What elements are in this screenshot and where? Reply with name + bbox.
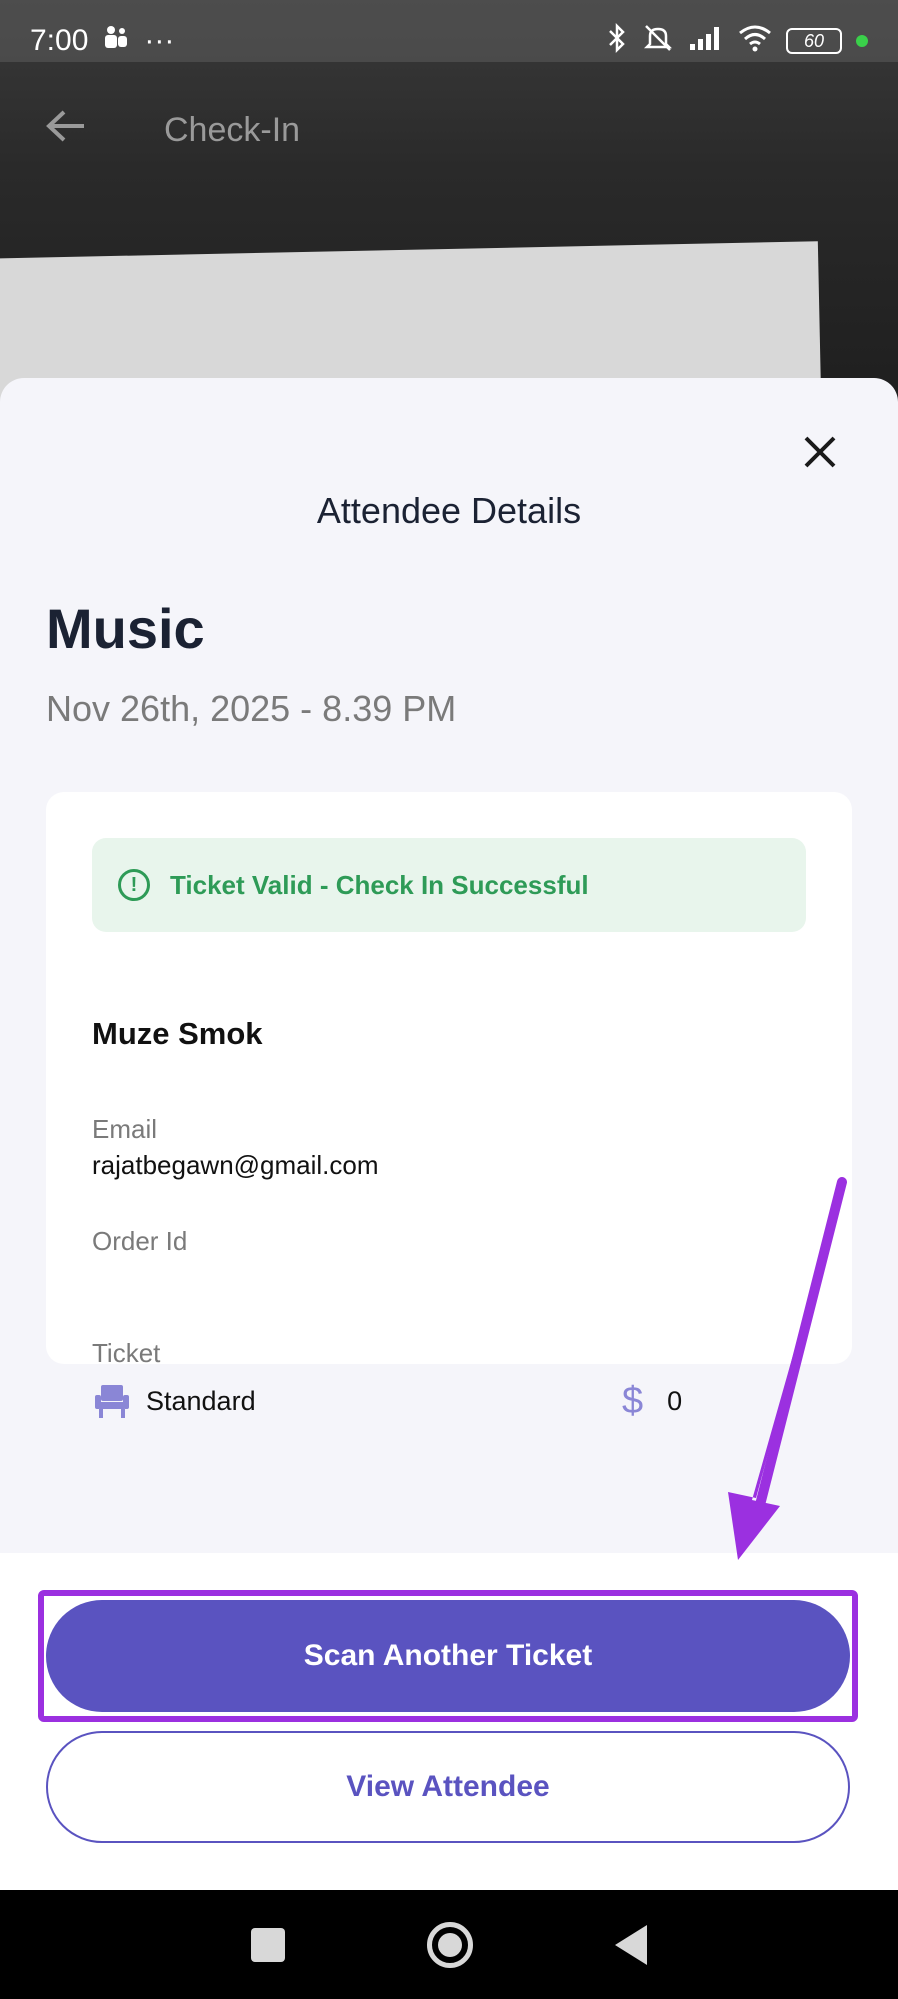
scan-another-ticket-button[interactable]: Scan Another Ticket: [46, 1600, 850, 1712]
privacy-indicator-dot: [856, 35, 868, 47]
page-title: Check-In: [164, 110, 301, 149]
alert-text: Ticket Valid - Check In Successful: [170, 869, 589, 900]
attendee-name: Muze Smok: [92, 1016, 263, 1051]
event-date: Nov 26th, 2025 - 8.39 PM: [46, 688, 457, 729]
ticket-row: Standard $ 0: [92, 1376, 806, 1426]
status-bar: 7:00 ··· 60: [0, 0, 898, 82]
close-button[interactable]: [796, 428, 844, 476]
signal-icon: [688, 24, 724, 59]
ticket-type: Standard: [146, 1385, 256, 1416]
view-attendee-button[interactable]: View Attendee: [46, 1731, 850, 1843]
ticket-label: Ticket: [92, 1338, 161, 1368]
status-time: 7:00: [30, 24, 89, 57]
status-left: 7:00 ···: [30, 23, 174, 59]
back-arrow-icon[interactable]: [44, 105, 104, 155]
email-label: Email: [92, 1114, 158, 1144]
recent-apps-icon[interactable]: [251, 1927, 285, 1962]
dollar-icon: $: [622, 1379, 644, 1422]
event-name: Music: [46, 597, 205, 660]
teams-icon: [102, 23, 130, 59]
action-buttons: Scan Another Ticket View Attendee: [0, 1553, 898, 1890]
seat-icon: [92, 1383, 132, 1419]
system-navigation-bar: [0, 1890, 898, 1999]
order-id-label: Order Id: [92, 1226, 188, 1256]
info-icon: !: [118, 869, 150, 901]
close-icon: [804, 436, 836, 468]
ticket-price: $ 0: [622, 1376, 682, 1426]
attendee-card: ! Ticket Valid - Check In Successful Muz…: [46, 792, 852, 1422]
status-right: 60: [606, 22, 868, 61]
home-icon-inner: [438, 1932, 462, 1957]
wifi-icon: [738, 24, 772, 59]
sheet-title: Attendee Details: [316, 490, 582, 531]
mute-icon: [642, 22, 674, 61]
battery-icon: 60: [786, 28, 842, 54]
price-value: 0: [667, 1385, 683, 1416]
home-icon[interactable]: [427, 1921, 473, 1968]
check-in-success-alert: ! Ticket Valid - Check In Successful: [92, 838, 806, 932]
back-icon[interactable]: [615, 1924, 647, 1965]
bluetooth-icon: [606, 22, 628, 61]
app-bar: Check-In: [0, 90, 898, 170]
more-notifications-icon: ···: [144, 24, 175, 57]
email-value: rajatbegawn@gmail.com: [92, 1150, 379, 1180]
